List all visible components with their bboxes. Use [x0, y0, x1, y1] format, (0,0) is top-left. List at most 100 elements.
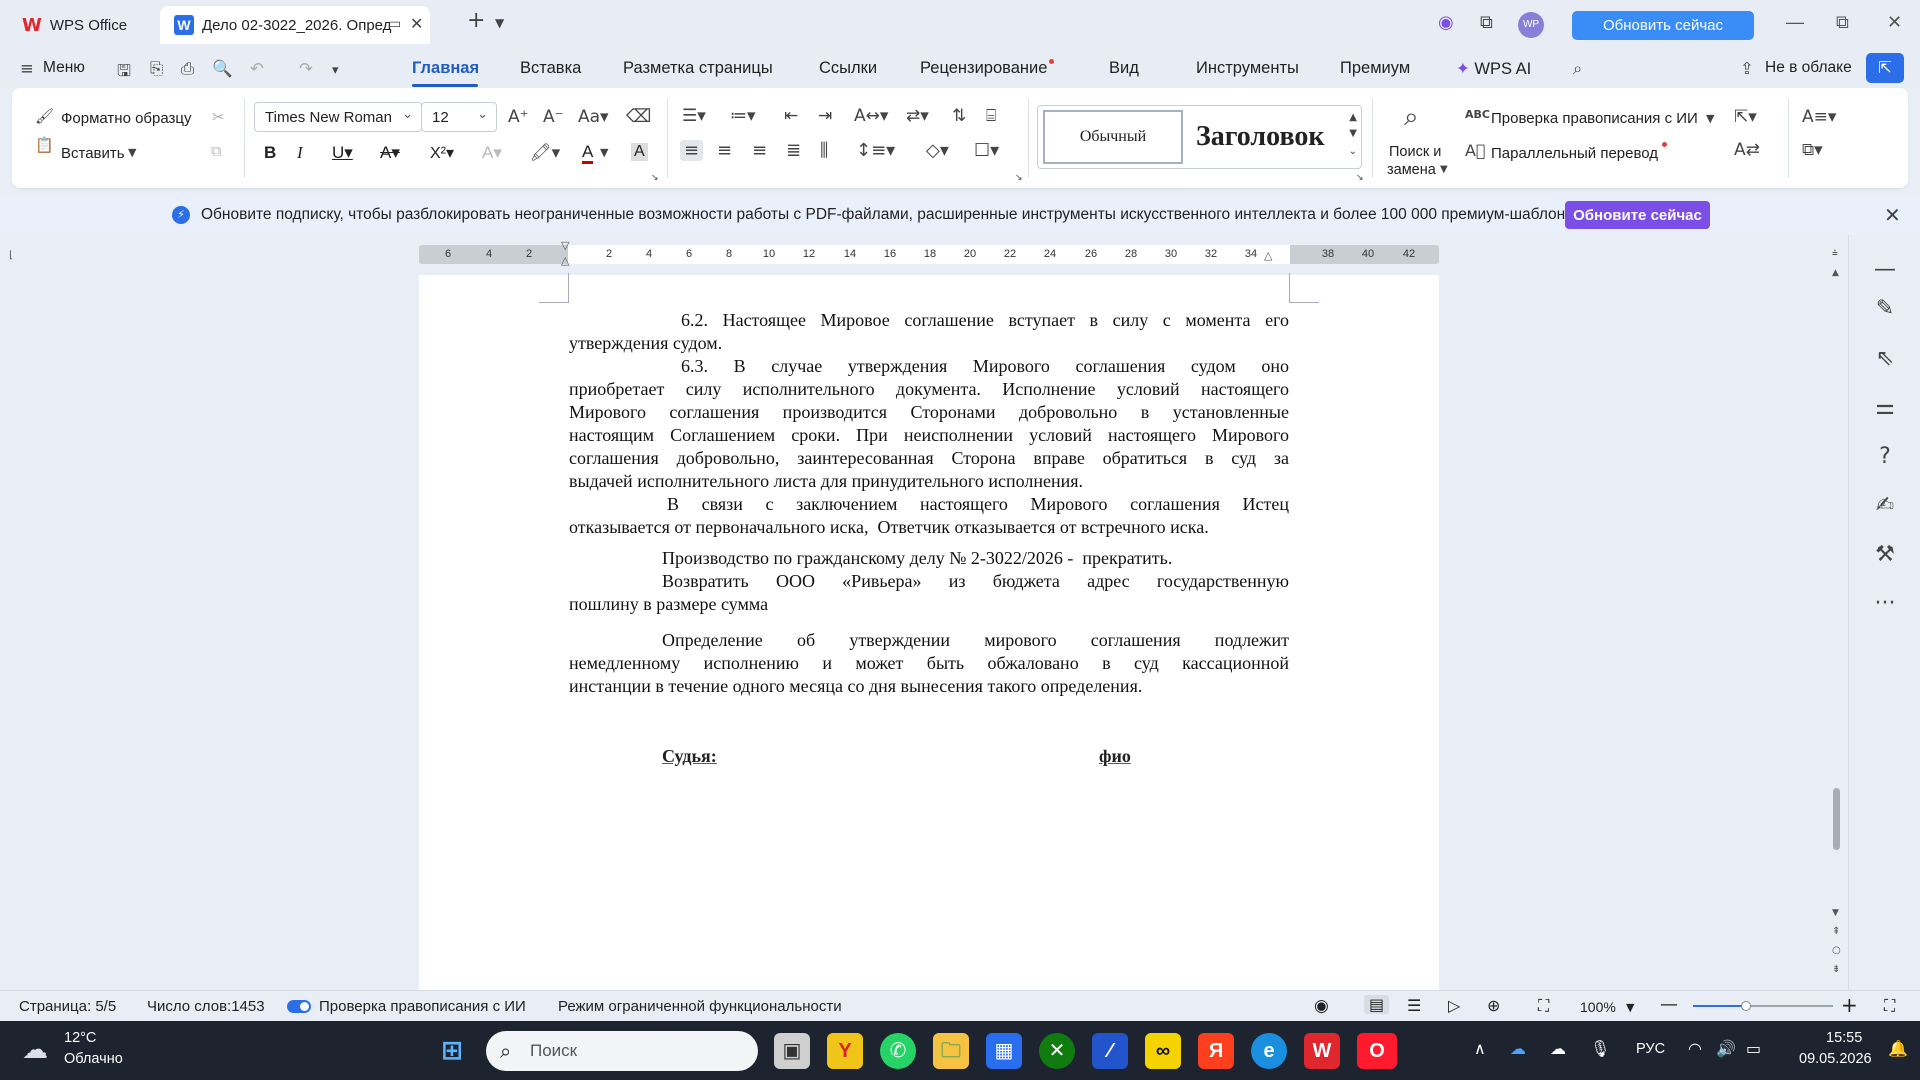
change-case-icon[interactable]: Aa▾ [578, 107, 609, 127]
next-page-icon[interactable]: ⇟ [1832, 964, 1840, 975]
first-line-indent-marker-icon[interactable]: ▽ [561, 239, 569, 252]
font-dialog-launcher-icon[interactable]: ↘ [651, 173, 659, 183]
restore-icon[interactable]: ⧉ [1836, 12, 1849, 33]
spellcheck-status[interactable]: Проверка правописания с ИИ [319, 998, 526, 1015]
align-right-icon[interactable]: ≡ [752, 140, 767, 161]
decrease-font-icon[interactable]: A⁻ [543, 107, 564, 127]
store-icon[interactable]: ▦ [986, 1033, 1022, 1069]
start-windows-icon[interactable]: ⊞ [434, 1033, 470, 1069]
window-mode-icon[interactable]: ⧉ [1480, 12, 1493, 33]
avatar[interactable]: WP [1518, 12, 1544, 38]
page-view-icon[interactable]: ▤ [1364, 995, 1390, 1014]
search-icon[interactable]: ⌕ [1573, 59, 1582, 79]
fit-page-icon[interactable]: ⛶ [1538, 996, 1549, 1016]
line-spacing-icon[interactable]: ↕≡▾ [856, 140, 895, 161]
ai-assistant-icon[interactable]: ◉ [1438, 12, 1454, 33]
vertical-scrollbar-thumb[interactable] [1833, 788, 1840, 850]
show-marks-icon[interactable]: ⌸ [986, 106, 996, 126]
styles-dialog-launcher-icon[interactable]: ↘ [1356, 173, 1364, 183]
swap-direction-icon[interactable]: ⇄▾ [906, 106, 929, 126]
notifications-icon[interactable]: 🔔 [1888, 1039, 1908, 1058]
cut-icon[interactable]: ✂ [212, 108, 225, 126]
export-icon[interactable]: ⎘ [150, 59, 163, 79]
styles-expand-icon[interactable]: ⌄ [1349, 146, 1357, 157]
close-icon[interactable]: ✕ [1884, 203, 1901, 227]
menu-button[interactable]: Меню [43, 59, 85, 77]
find-replace-button[interactable]: Поиск и [1389, 144, 1441, 160]
borders-icon[interactable]: ☐▾ [974, 140, 999, 161]
upgrade-now-button[interactable]: Обновить сейчас [1572, 11, 1754, 40]
spellcheck-toggle[interactable] [287, 1000, 311, 1013]
select-cursor-icon[interactable]: ⇱▾ [1734, 107, 1757, 127]
zoom-slider[interactable] [1693, 1001, 1833, 1011]
tab-home[interactable]: Главная [412, 59, 479, 78]
print-preview-icon[interactable]: 🔍 [212, 59, 233, 79]
wifi-icon[interactable]: ◠ [1688, 1039, 1702, 1058]
font-size-select[interactable]: 12 ⌄ [421, 102, 497, 132]
scroll-up-icon[interactable]: ▲ [1832, 268, 1839, 278]
web-view-icon[interactable]: ⊕ [1487, 996, 1500, 1015]
arrange-icon[interactable]: ⧉▾ [1802, 140, 1823, 160]
copy-icon[interactable]: ⧉ [211, 142, 222, 160]
onedrive-icon[interactable]: ☁ [1510, 1039, 1526, 1058]
tab-stop-selector-icon[interactable]: ⌊ [9, 250, 13, 261]
edge-browser-icon[interactable]: e [1251, 1033, 1287, 1069]
font-color-icon[interactable]: A [582, 143, 594, 164]
style-normal[interactable]: Обычный [1043, 110, 1183, 164]
tab-page-layout[interactable]: Разметка страницы [623, 59, 773, 78]
text-effects-icon[interactable]: A▾ [482, 143, 502, 163]
edit-pen-icon[interactable]: ✎ [1849, 296, 1920, 321]
bold-icon[interactable]: B [264, 143, 276, 163]
hanging-indent-marker-icon[interactable]: △ [561, 254, 569, 267]
undo-icon[interactable]: ↶ [250, 59, 264, 78]
yandex-app-icon[interactable]: Y [827, 1033, 863, 1069]
word-count[interactable]: Число слов:1453 [147, 998, 265, 1015]
xbox-icon[interactable]: ✕ [1039, 1033, 1075, 1069]
document-body[interactable]: 6.2. Настоящее Мировое соглашение вступа… [569, 309, 1289, 698]
superscript-icon[interactable]: X²▾ [430, 143, 454, 163]
paragraph-dialog-launcher-icon[interactable]: ↘ [1015, 173, 1023, 183]
align-left-icon[interactable]: ≡ [680, 140, 704, 161]
character-shading-icon[interactable]: A [631, 143, 648, 161]
tab-review[interactable]: Рецензирование [920, 59, 1055, 78]
tools-icon[interactable]: ⚒ [1849, 542, 1920, 567]
ai-write-icon[interactable]: ✍ [1849, 493, 1920, 518]
print-icon[interactable]: ⎙ [181, 59, 194, 79]
scroll-down-icon[interactable]: ▼ [1832, 908, 1839, 918]
zoom-level[interactable]: 100% [1580, 999, 1616, 1015]
tab-tools[interactable]: Инструменты [1196, 59, 1299, 78]
tab-premium[interactable]: Премиум [1340, 59, 1410, 78]
chevron-down-icon[interactable]: ▼ [495, 16, 504, 30]
help-icon[interactable]: ? [1849, 444, 1920, 469]
styles-scroll-up-icon[interactable]: ▲ [1349, 112, 1357, 123]
zoom-slider-thumb[interactable] [1741, 1001, 1752, 1011]
play-icon[interactable]: ▷ [1448, 996, 1460, 1015]
clock-time[interactable]: 15:55 [1826, 1030, 1862, 1046]
share-icon[interactable]: ⇱ [1866, 53, 1904, 83]
paste-options-chevron-icon[interactable]: ▼ [128, 146, 136, 159]
shading-icon[interactable]: ◇▾ [926, 140, 949, 161]
increase-indent-icon[interactable]: ⇥ [818, 106, 832, 126]
bullets-icon[interactable]: ☰▾ [682, 106, 706, 126]
volume-icon[interactable]: 🔊 [1716, 1039, 1736, 1058]
input-language[interactable]: РУС [1636, 1041, 1665, 1057]
underline-icon[interactable]: U▾ [332, 143, 353, 163]
justify-icon[interactable]: ≣ [786, 140, 801, 161]
horizontal-ruler[interactable]: 6 4 2 2 4 6 8 10 12 14 16 18 20 22 24 26… [419, 239, 1439, 267]
decrease-indent-icon[interactable]: ⇤ [784, 106, 798, 126]
italic-icon[interactable]: I [297, 143, 303, 163]
task-view-icon[interactable]: ▣ [774, 1033, 810, 1069]
find-replace-button-line2[interactable]: замена [1387, 162, 1436, 178]
prev-page-icon[interactable]: ⇞ [1832, 926, 1840, 937]
font-color-chevron-icon[interactable]: ▼ [600, 146, 608, 159]
numbering-icon[interactable]: ≔▾ [730, 106, 756, 126]
paste-button[interactable]: Вставить [61, 145, 125, 162]
close-window-icon[interactable]: ✕ [1887, 12, 1902, 33]
yandex-market-icon[interactable]: ∞ [1145, 1033, 1181, 1069]
parallel-translate-button[interactable]: Параллельный перевод [1491, 145, 1658, 162]
strikethrough-icon[interactable]: A▾ [380, 143, 400, 163]
clear-formatting-icon[interactable]: ⌫ [626, 106, 651, 127]
microphone-icon[interactable]: 🎙 [1590, 1039, 1610, 1058]
whatsapp-icon[interactable]: ✆ [880, 1033, 916, 1069]
fullscreen-icon[interactable]: ⛶ [1884, 996, 1895, 1016]
